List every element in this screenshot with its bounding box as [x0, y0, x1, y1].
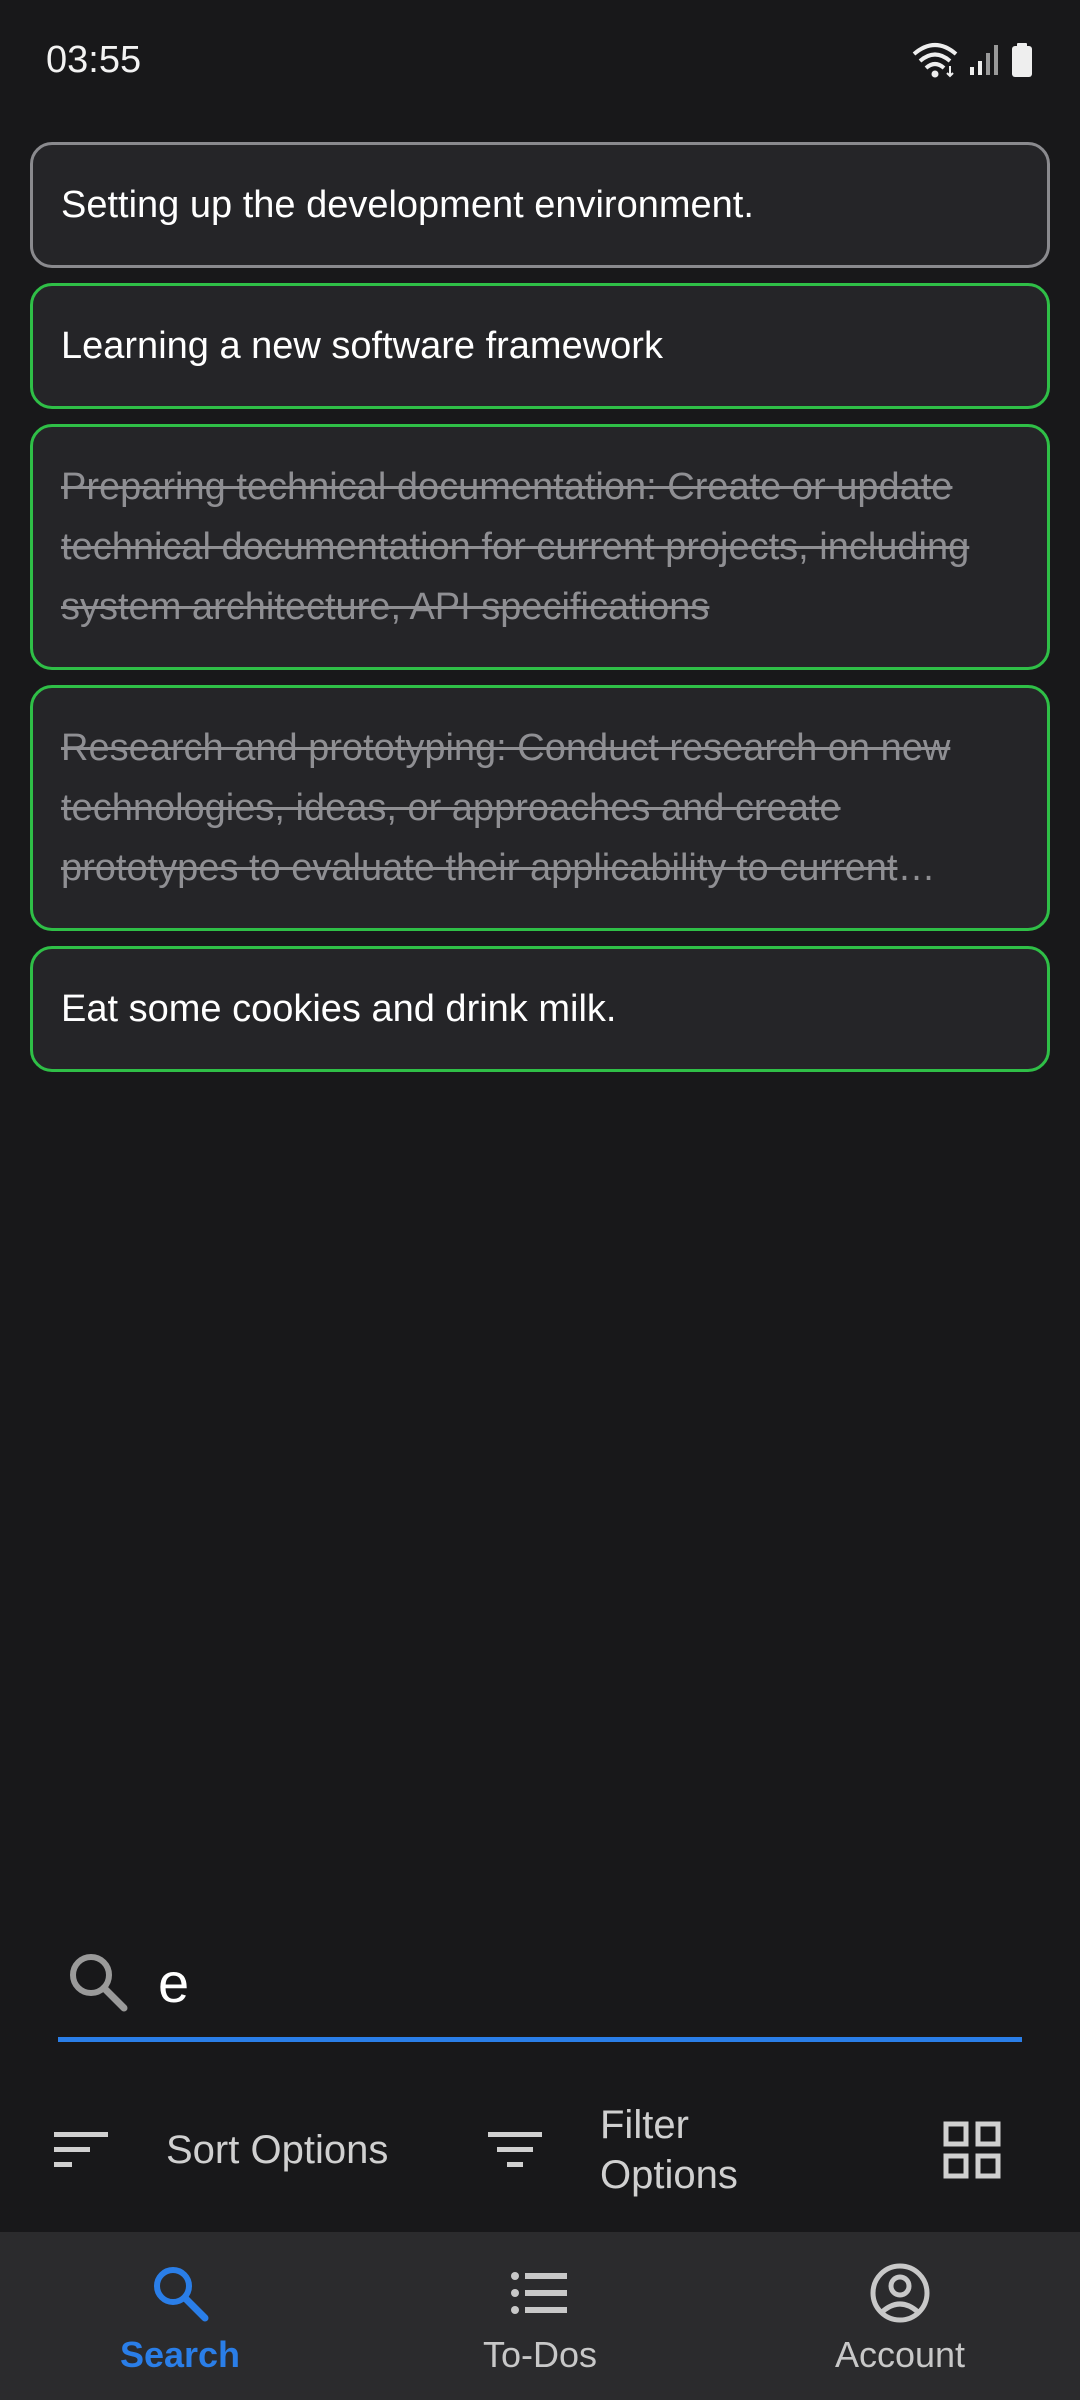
grid-view-button[interactable] [942, 2120, 1002, 2180]
nav-item-search[interactable]: Search [0, 2232, 360, 2400]
toolbar: Sort Options Filter Options [0, 2090, 1080, 2210]
filter-options-label: Filter Options [600, 2103, 738, 2197]
grid-view-icon [943, 2121, 1001, 2179]
status-bar: 03:55 [0, 0, 1080, 120]
todo-card[interactable]: Learning a new software framework [30, 283, 1050, 409]
todo-list: Setting up the development environment. … [30, 142, 1050, 1072]
battery-icon [1012, 43, 1032, 77]
sort-options-label: Sort Options [166, 2127, 389, 2172]
nav-label-todos: To-Dos [482, 2334, 598, 2375]
todo-card-completed[interactable]: Preparing technical documentation: Creat… [30, 424, 1050, 670]
todo-card[interactable]: Eat some cookies and drink milk. [30, 946, 1050, 1072]
sort-options-button[interactable]: Sort Options [52, 2128, 388, 2173]
todo-text: Research and prototyping: Conduct resear… [61, 727, 951, 889]
search-field[interactable] [58, 1928, 1022, 2042]
nav-label-account: Account [834, 2334, 966, 2375]
todo-text: Eat some cookies and drink milk. [61, 988, 617, 1030]
status-icons [912, 42, 1034, 78]
signal-icon [970, 45, 998, 75]
todo-card-completed[interactable]: Research and prototyping: Conduct resear… [30, 685, 1050, 931]
wifi-icon [912, 43, 958, 78]
search-icon [154, 2267, 209, 2322]
filter-options-button[interactable]: Filter Options [486, 2100, 800, 2200]
nav-item-todos[interactable]: To-Dos [360, 2232, 720, 2400]
list-icon [511, 2272, 567, 2314]
search-icon [70, 1953, 128, 2011]
nav-item-account[interactable]: Account [720, 2232, 1080, 2400]
status-time: 03:55 [46, 38, 142, 81]
todo-text: Setting up the development environment. [61, 184, 754, 226]
todo-card[interactable]: Setting up the development environment. [30, 142, 1050, 268]
bottom-navigation: Search To-Dos Account [0, 2232, 1080, 2400]
filter-icon [488, 2132, 542, 2167]
search-input[interactable] [158, 1950, 978, 2015]
account-circle-icon [870, 2263, 930, 2323]
nav-label-search: Search [119, 2334, 241, 2375]
sort-icon [54, 2132, 108, 2167]
todo-text: Preparing technical documentation: Creat… [61, 466, 970, 628]
todo-text: Learning a new software framework [61, 325, 663, 367]
